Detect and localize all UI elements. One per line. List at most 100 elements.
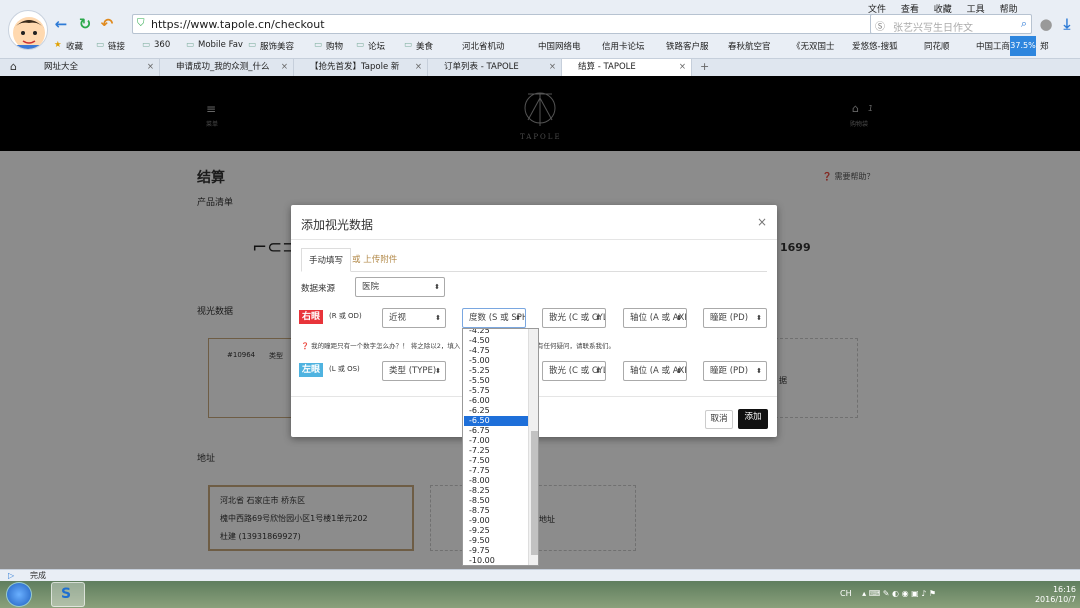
dropdown-option-selected[interactable]: -6.50: [464, 416, 528, 426]
menu-tools[interactable]: 工具: [967, 5, 985, 15]
dropdown-option[interactable]: -7.25: [464, 446, 528, 456]
menu-file[interactable]: 文件: [868, 5, 886, 15]
dropdown-option[interactable]: -6.25: [464, 406, 528, 416]
dropdown-option[interactable]: -6.00: [464, 396, 528, 406]
right-type-select[interactable]: 近视 ⬍: [382, 308, 446, 328]
bookmark-item[interactable]: 美食: [416, 40, 433, 52]
home-icon[interactable]: ⌂: [10, 60, 17, 73]
close-icon[interactable]: ×: [549, 59, 556, 76]
bookmark-item[interactable]: 郑: [1040, 40, 1049, 52]
bookmark-item[interactable]: 购物: [326, 40, 343, 52]
bookmark-item[interactable]: 论坛: [368, 40, 385, 52]
left-pd-select[interactable]: 瞳距 (PD) ⬍: [703, 361, 767, 381]
tab-item-active[interactable]: 结算 - TAPOLE ×: [562, 59, 692, 77]
dropdown-option[interactable]: -9.75: [464, 546, 528, 556]
dropdown-option[interactable]: -5.00: [464, 356, 528, 366]
menu-favorites[interactable]: 收藏: [934, 5, 952, 15]
refresh-icon[interactable]: ↻: [76, 15, 94, 33]
bookmark-item[interactable]: 360: [154, 40, 170, 50]
source-select[interactable]: 医院 ⬍: [355, 277, 445, 297]
sidebar-toggle-icon[interactable]: ▷: [8, 570, 14, 581]
close-icon[interactable]: ×: [281, 59, 288, 76]
dropdown-option[interactable]: -7.50: [464, 456, 528, 466]
dropdown-option[interactable]: -10.00: [464, 556, 528, 565]
dropdown-option[interactable]: -7.00: [464, 436, 528, 446]
cancel-button[interactable]: 取消: [705, 410, 733, 429]
account-icon[interactable]: ●: [1037, 15, 1055, 33]
taskbar-clock[interactable]: 16:16 2016/10/7: [1020, 585, 1076, 605]
tray-icons[interactable]: ▴ ⌨ ✎ ◐ ◉ ▣ ♪ ⚑: [862, 589, 936, 598]
zoom-badge[interactable]: 37.5%: [1010, 36, 1036, 56]
close-icon[interactable]: ×: [757, 215, 767, 229]
dropdown-option[interactable]: -8.25: [464, 486, 528, 496]
menu-help[interactable]: 帮助: [1000, 5, 1018, 15]
back-arrow-icon[interactable]: ←: [52, 15, 70, 33]
dropdown-option[interactable]: -5.75: [464, 386, 528, 396]
close-icon[interactable]: ×: [415, 59, 422, 76]
search-box[interactable]: Ⓢ 张艺兴写生日作文 ⌕: [870, 14, 1032, 34]
tab-manual[interactable]: 手动填写: [301, 248, 352, 272]
close-icon[interactable]: ×: [679, 59, 686, 76]
bookmark-item[interactable]: 铁路客户服: [666, 40, 709, 52]
tab-item[interactable]: 订单列表 - TAPOLE ×: [428, 59, 562, 77]
undo-icon[interactable]: ↶: [98, 15, 116, 33]
right-sph-select[interactable]: 度数 (S 或 SPH) ⬍: [462, 308, 526, 328]
bookmark-item[interactable]: Mobile Fav: [198, 40, 243, 50]
close-icon[interactable]: ×: [147, 59, 154, 76]
bookmark-item[interactable]: 中国工商: [976, 40, 1010, 52]
dropdown-option[interactable]: -4.50: [464, 336, 528, 346]
dropdown-option[interactable]: -6.75: [464, 426, 528, 436]
left-cyl-select[interactable]: 散光 (C 或 CYL) ⬍: [542, 361, 606, 381]
bookmark-item[interactable]: 信用卡论坛: [602, 40, 645, 52]
right-cyl-select[interactable]: 散光 (C 或 CYL) ⬍: [542, 308, 606, 328]
folder-icon: ▭: [142, 40, 151, 50]
dropdown-option[interactable]: -4.75: [464, 346, 528, 356]
bookmark-item[interactable]: 爱悠悠-搜狐: [852, 40, 898, 52]
dropdown-option[interactable]: -9.25: [464, 526, 528, 536]
dropdown-option[interactable]: -8.00: [464, 476, 528, 486]
download-icon[interactable]: ⤓: [1058, 15, 1076, 33]
tab-item[interactable]: 网址大全 ×: [28, 59, 160, 77]
updown-arrow-icon: ⬍: [756, 314, 762, 322]
bookmark-item[interactable]: 收藏: [66, 40, 83, 52]
input-language[interactable]: CH: [840, 589, 852, 598]
updown-arrow-icon: ⬍: [676, 367, 682, 375]
tab-upload[interactable]: 或 上传附件: [345, 248, 404, 272]
taskbar-browser-app[interactable]: S: [51, 582, 85, 607]
dropdown-option[interactable]: -9.50: [464, 536, 528, 546]
search-input[interactable]: 张艺兴写生日作文: [893, 19, 973, 34]
scrollbar-thumb[interactable]: [531, 431, 538, 555]
left-axis-select[interactable]: 轴位 (A 或 AXIS)⬍: [623, 361, 687, 381]
status-text: 完成: [30, 571, 46, 580]
menu-view[interactable]: 查看: [901, 5, 919, 15]
dropdown-scrollbar[interactable]: [528, 329, 538, 565]
new-tab-icon[interactable]: +: [700, 60, 709, 73]
bookmark-item[interactable]: 中国网络电: [538, 40, 581, 52]
dropdown-option[interactable]: -8.50: [464, 496, 528, 506]
left-type-select[interactable]: 类型 (TYPE) ⬍: [382, 361, 446, 381]
dropdown-option[interactable]: -7.75: [464, 466, 528, 476]
dropdown-option[interactable]: -9.00: [464, 516, 528, 526]
bookmark-item[interactable]: 同花顺: [924, 40, 950, 52]
dropdown-option[interactable]: -5.25: [464, 366, 528, 376]
add-button[interactable]: 添加: [738, 409, 768, 429]
address-bar[interactable]: ⛉ https://www.tapole.cn/checkout ϟ ☆: [132, 14, 914, 34]
right-axis-select[interactable]: 轴位 (A 或 AXIS)⬍: [623, 308, 687, 328]
dropdown-option[interactable]: -5.50: [464, 376, 528, 386]
bookmark-item[interactable]: 《无双国士: [792, 40, 835, 52]
url-text[interactable]: https://www.tapole.cn/checkout: [151, 18, 325, 31]
start-button[interactable]: [6, 582, 32, 607]
search-icon[interactable]: ⌕: [1021, 17, 1027, 31]
dropdown-option[interactable]: -8.75: [464, 506, 528, 516]
tab-item[interactable]: 【抢先首发】Tapole 新 ×: [294, 59, 428, 77]
folder-icon: ▭: [96, 40, 105, 50]
sph-dropdown-list[interactable]: -4.25 -4.50 -4.75 -5.00 -5.25 -5.50 -5.7…: [462, 328, 539, 566]
user-avatar[interactable]: [8, 10, 48, 50]
dropdown-option[interactable]: -4.25: [464, 329, 528, 336]
bookmark-item[interactable]: 服饰美容: [260, 40, 294, 52]
tab-item[interactable]: 申请成功_我的众测_什么 ×: [160, 59, 294, 77]
bookmark-item[interactable]: 春秋航空官: [728, 40, 771, 52]
bookmark-item[interactable]: 链接: [108, 40, 125, 52]
right-pd-select[interactable]: 瞳距 (PD) ⬍: [703, 308, 767, 328]
bookmark-item[interactable]: 河北省机动: [462, 40, 505, 52]
